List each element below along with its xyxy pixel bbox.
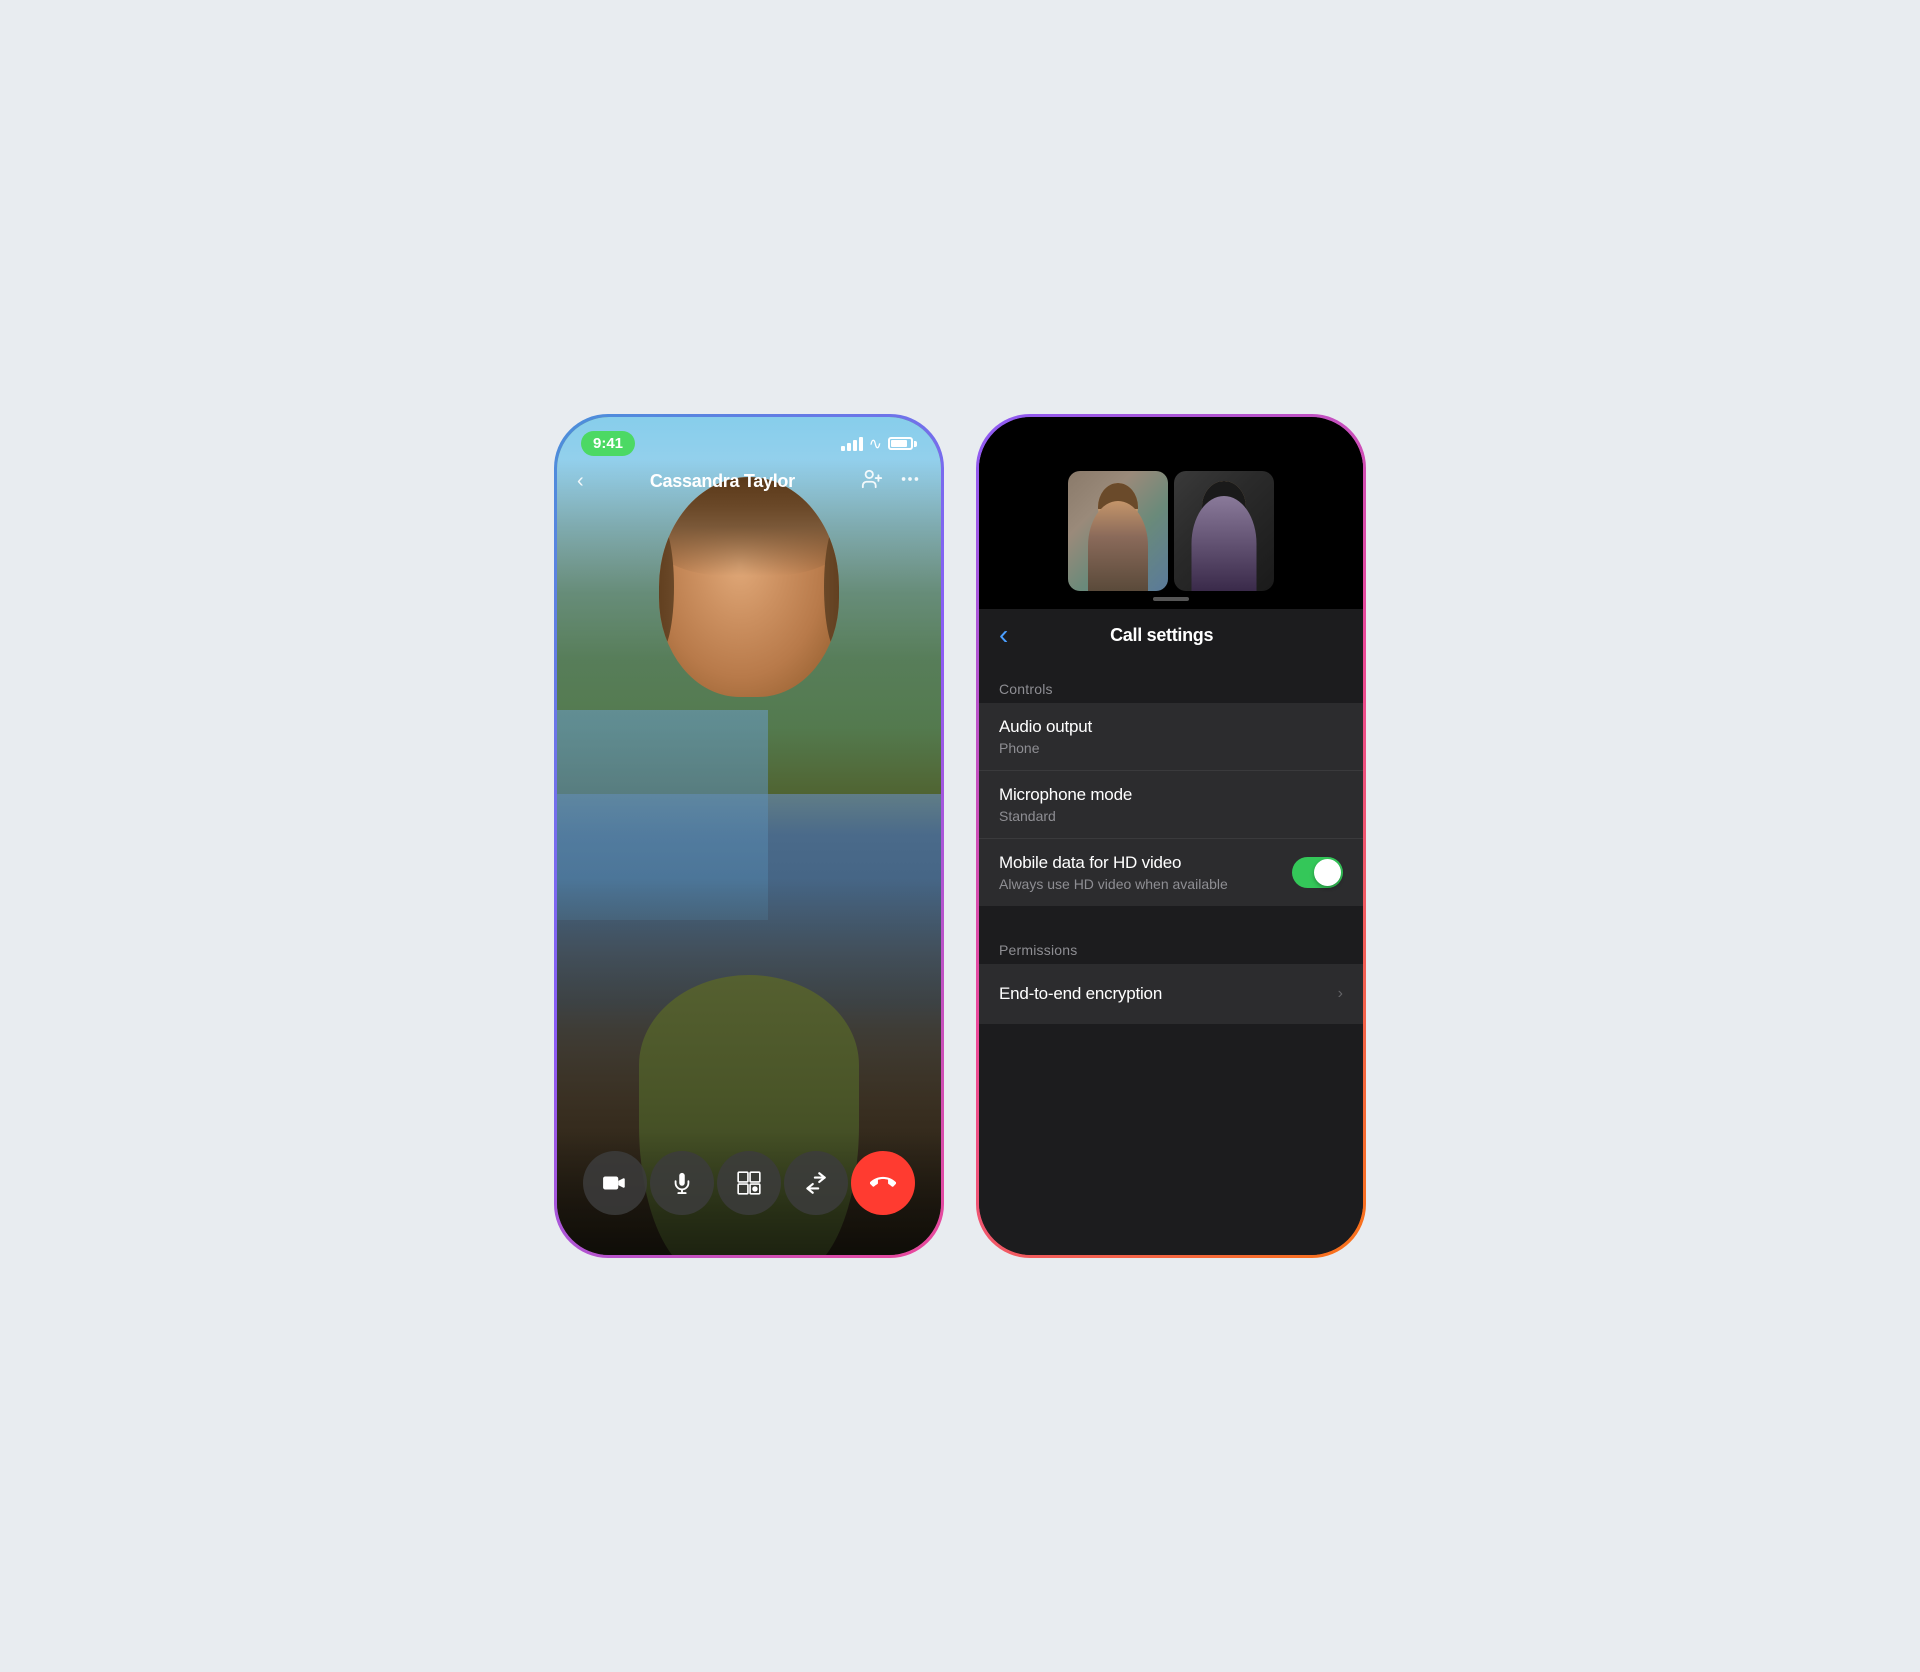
video-controls-bar [557,1131,941,1255]
add-person-button[interactable] [861,468,883,495]
wifi-icon: ∿ [869,434,882,454]
controls-settings-group: Audio output Phone Microphone mode Stand… [979,703,1363,906]
time-pill: 9:41 [581,431,635,456]
encryption-chevron-icon: › [1338,985,1343,1003]
preview-thumb-1 [1068,471,1168,591]
signal-bar-4 [859,437,863,451]
microphone-mode-title: Microphone mode [999,785,1132,805]
effects-button[interactable] [717,1151,781,1215]
call-header: ‹ Cassandra Taylor [557,464,941,503]
call-header-actions [861,468,921,495]
battery-body [888,437,913,450]
signal-bar-3 [853,440,857,451]
encryption-title: End-to-end encryption [999,984,1162,1004]
end-call-button[interactable] [851,1151,915,1215]
settings-header: ‹ Call settings [979,609,1363,665]
left-phone-frame: 9:41 ∿ [554,414,944,1258]
microphone-mode-subtitle: Standard [999,808,1132,824]
preview-bg-2 [1174,471,1274,591]
call-settings-screen: ‹ Call settings Controls Audio output [979,417,1363,1255]
microphone-mode-item[interactable]: Microphone mode Standard [979,771,1363,839]
signal-bar-2 [847,443,851,451]
right-phone-frame: ‹ Call settings Controls Audio output [976,414,1366,1258]
microphone-button[interactable] [650,1151,714,1215]
video-status-bar: 9:41 ∿ [557,417,941,464]
preview-person-1 [1088,501,1148,591]
audio-output-subtitle: Phone [999,740,1092,756]
drag-handle [1153,597,1189,601]
settings-title: Call settings [1016,625,1307,646]
settings-back-button[interactable]: ‹ [999,621,1008,649]
mobile-data-hd-text: Mobile data for HD video Always use HD v… [999,853,1228,892]
face-render [659,477,839,697]
preview-thumb-2 [1174,471,1274,591]
more-options-button[interactable] [899,468,921,495]
app-container: 9:41 ∿ [554,414,1366,1258]
caller-name: Cassandra Taylor [650,471,795,492]
mobile-data-hd-item[interactable]: Mobile data for HD video Always use HD v… [979,839,1363,906]
status-icons: ∿ [841,434,917,454]
encryption-text: End-to-end encryption [999,984,1162,1004]
encryption-item[interactable]: End-to-end encryption › [979,964,1363,1024]
microphone-mode-text: Microphone mode Standard [999,785,1132,824]
signal-bars [841,437,863,451]
video-preview-strip [979,417,1363,609]
audio-output-title: Audio output [999,717,1092,737]
video-camera-button[interactable] [583,1151,647,1215]
person-face [659,477,839,697]
left-phone-screen: 9:41 ∿ [557,417,941,1255]
signal-bar-1 [841,446,845,451]
right-phone-screen: ‹ Call settings Controls Audio output [979,417,1363,1255]
preview-person-2 [1192,496,1257,591]
video-call-screen: 9:41 ∿ [557,417,941,1255]
audio-output-text: Audio output Phone [999,717,1092,756]
battery-tip [914,441,917,447]
toggle-knob [1314,859,1341,886]
battery-fill [891,440,907,447]
controls-section-header: Controls [979,673,1363,703]
permissions-settings-group: End-to-end encryption › [979,964,1363,1024]
flip-camera-button[interactable] [784,1151,848,1215]
mobile-data-hd-subtitle: Always use HD video when available [999,876,1228,892]
hd-video-toggle[interactable] [1292,857,1343,888]
settings-content: Controls Audio output Phone [979,665,1363,1255]
call-back-button[interactable]: ‹ [577,470,584,493]
audio-output-item[interactable]: Audio output Phone [979,703,1363,771]
battery-icon [888,437,917,450]
permissions-section-header: Permissions [979,934,1363,964]
section-divider [979,906,1363,934]
preview-bg-1 [1068,471,1168,591]
mobile-data-hd-title: Mobile data for HD video [999,853,1228,873]
